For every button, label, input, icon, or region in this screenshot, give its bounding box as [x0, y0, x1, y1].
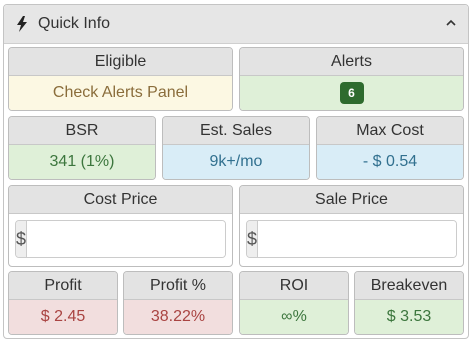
- max-cost-card: Max Cost - $ 0.54: [316, 116, 464, 180]
- cost-price-card: Cost Price $: [8, 185, 233, 267]
- est-sales-label: Est. Sales: [163, 117, 309, 145]
- roi-value: ∞%: [240, 300, 348, 334]
- bolt-icon: [16, 16, 28, 32]
- cost-price-input[interactable]: [27, 221, 225, 257]
- profit-label: Profit: [9, 272, 117, 300]
- sale-price-card: Sale Price $: [239, 185, 464, 267]
- bsr-card: BSR 341 (1%): [8, 116, 156, 180]
- sale-price-input[interactable]: [258, 221, 456, 257]
- alerts-label: Alerts: [240, 48, 463, 76]
- bsr-label: BSR: [9, 117, 155, 145]
- breakeven-label: Breakeven: [355, 272, 463, 300]
- alerts-count-badge[interactable]: 6: [339, 82, 364, 104]
- roi-label: ROI: [240, 272, 348, 300]
- currency-addon: $: [16, 221, 28, 257]
- max-cost-label: Max Cost: [317, 117, 463, 145]
- profit-percent-label: Profit %: [124, 272, 232, 300]
- quick-info-panel: Quick Info Eligible Check Alerts Panel A…: [3, 4, 469, 339]
- profit-percent-value: 38.22%: [124, 300, 232, 334]
- breakeven-value: $ 3.53: [355, 300, 463, 334]
- profit-percent-card: Profit % 38.22%: [123, 271, 233, 335]
- est-sales-card: Est. Sales 9k+/mo: [162, 116, 310, 180]
- eligible-value: Check Alerts Panel: [9, 76, 232, 110]
- est-sales-value: 9k+/mo: [163, 145, 309, 179]
- currency-addon: $: [247, 221, 259, 257]
- roi-card: ROI ∞%: [239, 271, 349, 335]
- sale-price-input-group: $: [246, 220, 457, 258]
- eligible-label: Eligible: [9, 48, 232, 76]
- panel-header[interactable]: Quick Info: [4, 5, 468, 44]
- bsr-value: 341 (1%): [9, 145, 155, 179]
- breakeven-card: Breakeven $ 3.53: [354, 271, 464, 335]
- cost-price-input-group: $: [15, 220, 226, 258]
- sale-price-label: Sale Price: [240, 186, 463, 214]
- panel-title: Quick Info: [38, 15, 111, 32]
- chevron-up-icon[interactable]: [444, 16, 458, 30]
- cost-price-label: Cost Price: [9, 186, 232, 214]
- profit-value: $ 2.45: [9, 300, 117, 334]
- eligible-card: Eligible Check Alerts Panel: [8, 47, 233, 111]
- profit-card: Profit $ 2.45: [8, 271, 118, 335]
- max-cost-value: - $ 0.54: [317, 145, 463, 179]
- alerts-card: Alerts 6: [239, 47, 464, 111]
